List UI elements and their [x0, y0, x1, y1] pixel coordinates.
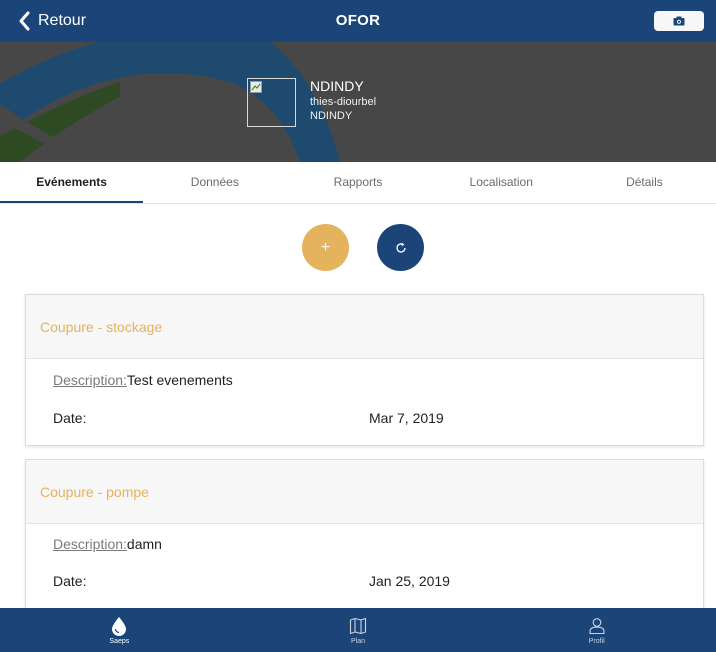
section-tabs: Evénements Données Rapports Localisation…: [0, 162, 716, 204]
site-name: NDINDY: [310, 78, 364, 94]
site-code: NDINDY: [310, 110, 353, 122]
map-icon: [348, 616, 368, 636]
event-card-header: Coupure - pompe: [26, 460, 703, 524]
tab-details[interactable]: Détails: [573, 162, 716, 203]
bottom-tab-saeps[interactable]: Saeps: [0, 608, 239, 652]
page-title: OFOR: [335, 12, 381, 29]
tab-donnees[interactable]: Données: [143, 162, 286, 203]
bottom-tab-plan[interactable]: Plan: [239, 608, 478, 652]
bottom-tab-label: Saeps: [109, 637, 130, 645]
event-description-row: Description:Test evenements: [53, 372, 233, 388]
bottom-tab-label: Profil: [588, 637, 605, 645]
site-banner: NDINDY thies-diourbel NDINDY: [0, 42, 716, 162]
back-button[interactable]: Retour: [16, 0, 86, 42]
water-drop-icon: [109, 616, 129, 636]
tab-evenements[interactable]: Evénements: [0, 162, 144, 203]
event-description-row: Description:damn: [53, 536, 162, 552]
user-icon: [587, 616, 607, 636]
refresh-icon: [395, 242, 406, 253]
event-card[interactable]: Coupure - stockage Description:Test even…: [25, 294, 704, 446]
bottom-tab-profil[interactable]: Profil: [477, 608, 716, 652]
refresh-button[interactable]: [377, 224, 424, 271]
description-label: Description:: [53, 372, 127, 388]
event-description: Test evenements: [126, 372, 233, 388]
plus-icon: +: [320, 238, 331, 256]
event-date: Mar 7, 2019: [369, 410, 444, 426]
add-event-button[interactable]: +: [302, 224, 349, 271]
event-title: Coupure - pompe: [40, 483, 149, 500]
tab-rapports[interactable]: Rapports: [286, 162, 429, 203]
tab-localisation[interactable]: Localisation: [430, 162, 573, 203]
camera-icon: [673, 16, 685, 26]
event-card-header: Coupure - stockage: [26, 295, 703, 359]
camera-button[interactable]: [654, 11, 704, 31]
event-title: Coupure - stockage: [40, 318, 163, 335]
site-info: NDINDY thies-diourbel NDINDY: [310, 78, 376, 123]
top-navbar: Retour OFOR: [0, 0, 716, 42]
bottom-tab-label: Plan: [351, 637, 366, 645]
date-label: Date:: [53, 573, 87, 589]
event-card[interactable]: Coupure - pompe Description:damn Date: J…: [25, 459, 704, 619]
event-description: damn: [126, 536, 162, 552]
bottom-tab-bar: Saeps Plan Profil: [0, 608, 716, 652]
chevron-left-icon: [19, 11, 30, 31]
back-label: Retour: [38, 12, 87, 29]
event-date: Jan 25, 2019: [369, 573, 450, 589]
date-label: Date:: [53, 410, 87, 426]
broken-image-icon: [250, 81, 262, 93]
description-label: Description:: [53, 536, 127, 552]
site-region: thies-diourbel: [310, 96, 377, 108]
site-image: [247, 78, 296, 127]
